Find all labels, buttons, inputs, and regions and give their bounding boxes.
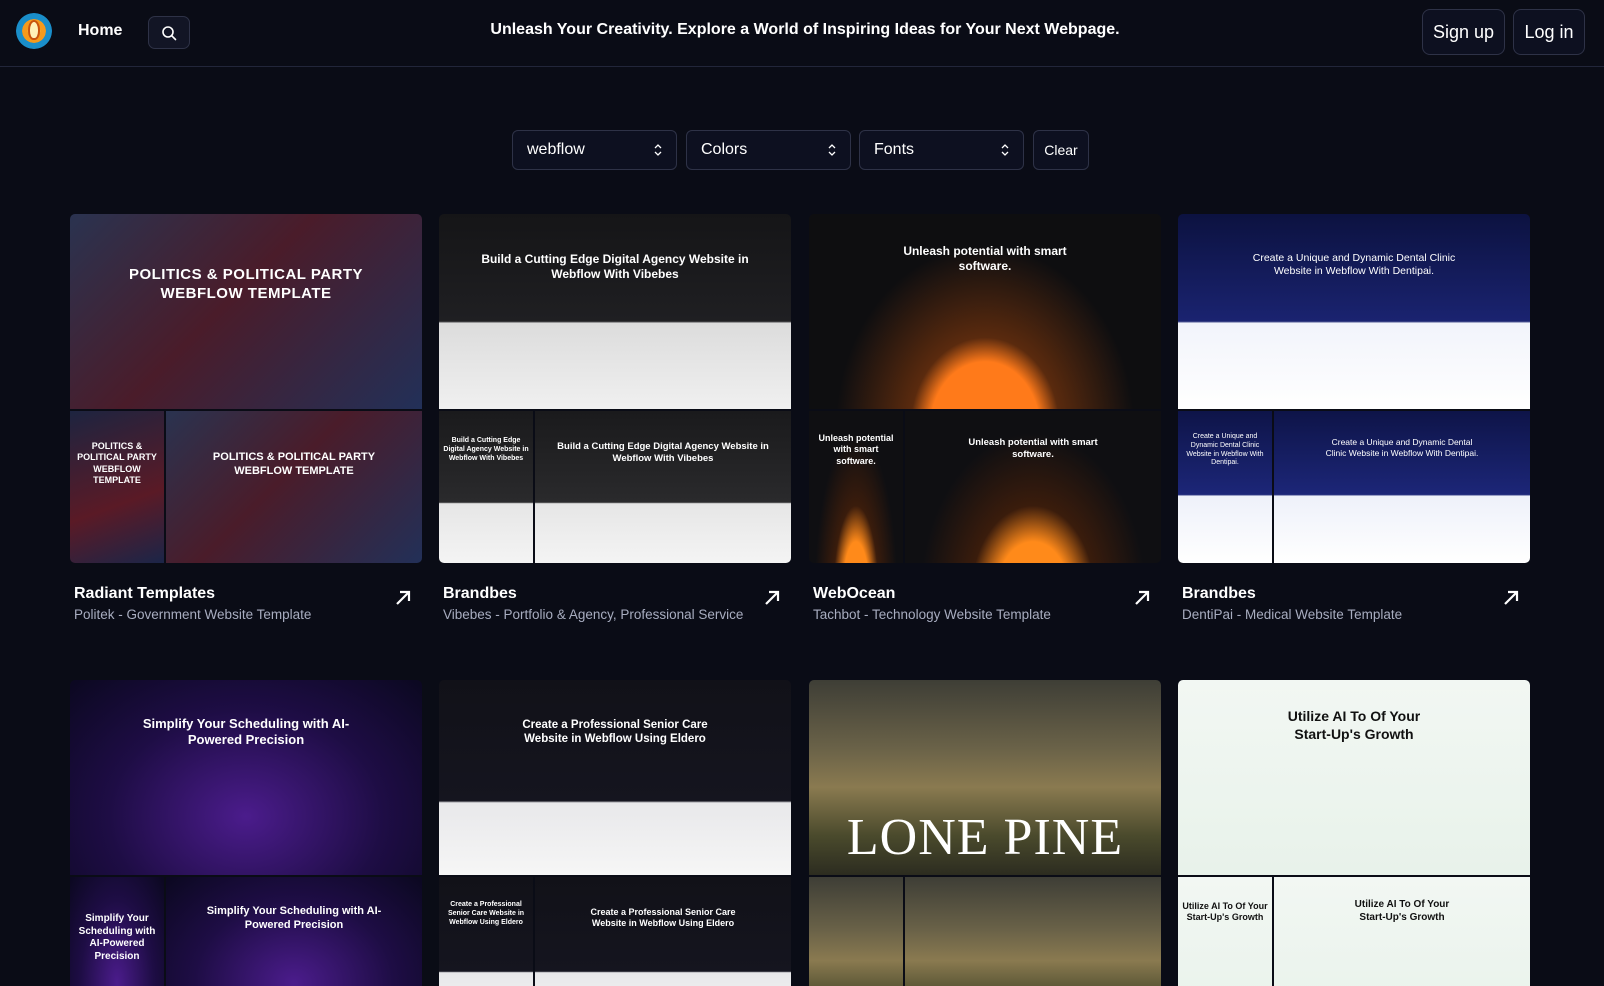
template-preview[interactable]: Simplify Your Scheduling with AI-Powered… bbox=[70, 680, 422, 986]
preview-small-heading: Build a Cutting Edge Digital Agency Webs… bbox=[443, 437, 529, 462]
top-navbar: Home Unleash Your Creativity. Explore a … bbox=[0, 0, 1604, 67]
card-author[interactable]: Radiant Templates bbox=[74, 585, 215, 603]
preview-heading: Utilize AI To Of Your Start-Up's Growth bbox=[1287, 708, 1421, 742]
platform-select-value: webflow bbox=[527, 141, 585, 158]
card-author[interactable]: Brandbes bbox=[443, 585, 517, 603]
preview-heading: Build a Cutting Edge Digital Agency Webs… bbox=[481, 252, 749, 281]
template-preview[interactable]: Utilize AI To Of Your Start-Up's Growth … bbox=[1178, 680, 1530, 986]
preview-small-heading: Utilize AI To Of Your Start-Up's Growth bbox=[1354, 899, 1450, 923]
preview-small-heading: POLITICS & POLITICAL PARTY WEBFLOW TEMPL… bbox=[77, 441, 157, 485]
logo-icon[interactable] bbox=[16, 13, 52, 49]
preview-small-heading: Unleash potential with smart software. bbox=[818, 433, 894, 466]
preview-small-heading: POLITICS & POLITICAL PARTY WEBFLOW TEMPL… bbox=[212, 451, 376, 477]
preview-heading: Create a Unique and Dynamic Dental Clini… bbox=[1252, 252, 1456, 278]
card-template-name: Vibebes - Portfolio & Agency, Profession… bbox=[443, 607, 744, 622]
arrow-up-right-icon[interactable] bbox=[1502, 589, 1520, 607]
chevron-updown-icon bbox=[654, 144, 662, 156]
template-card[interactable]: Build a Cutting Edge Digital Agency Webs… bbox=[439, 214, 791, 633]
preview-small-heading: Build a Cutting Edge Digital Agency Webs… bbox=[557, 441, 769, 464]
template-card[interactable]: LONE PINE bbox=[809, 680, 1161, 986]
arrow-up-right-icon[interactable] bbox=[1133, 589, 1151, 607]
template-card[interactable]: Simplify Your Scheduling with AI-Powered… bbox=[70, 680, 422, 986]
template-card[interactable]: Create a Professional Senior Care Websit… bbox=[439, 680, 791, 986]
template-card[interactable]: POLITICS & POLITICAL PARTY WEBFLOW TEMPL… bbox=[70, 214, 422, 633]
preview-small-heading: Utilize AI To Of Your Start-Up's Growth bbox=[1182, 901, 1268, 923]
search-icon bbox=[162, 26, 177, 41]
arrow-up-right-icon[interactable] bbox=[763, 589, 781, 607]
signup-button[interactable]: Sign up bbox=[1422, 9, 1505, 55]
template-card[interactable]: Create a Unique and Dynamic Dental Clini… bbox=[1178, 214, 1530, 633]
card-author[interactable]: Brandbes bbox=[1182, 585, 1256, 603]
preview-small-heading: Create a Unique and Dynamic Dental Clini… bbox=[1325, 437, 1479, 458]
colors-select[interactable]: Colors bbox=[686, 130, 851, 170]
card-template-name: Politek - Government Website Template bbox=[74, 607, 312, 622]
card-template-name: DentiPai - Medical Website Template bbox=[1182, 607, 1403, 622]
template-card[interactable]: Utilize AI To Of Your Start-Up's Growth … bbox=[1178, 680, 1530, 986]
template-preview[interactable]: Build a Cutting Edge Digital Agency Webs… bbox=[439, 214, 791, 563]
platform-select[interactable]: webflow bbox=[512, 130, 677, 170]
arrow-up-right-icon[interactable] bbox=[394, 589, 412, 607]
preview-heading: POLITICS & POLITICAL PARTY WEBFLOW TEMPL… bbox=[128, 266, 364, 302]
preview-small-heading: Simplify Your Scheduling with AI-Powered… bbox=[78, 913, 156, 962]
chevron-updown-icon bbox=[828, 144, 836, 156]
preview-heading: Unleash potential with smart software. bbox=[903, 244, 1067, 273]
nav-home-link[interactable]: Home bbox=[78, 22, 122, 40]
card-template-name: Tachbot - Technology Website Template bbox=[813, 607, 1051, 622]
tagline: Unleash Your Creativity. Explore a World… bbox=[490, 21, 1120, 38]
login-button[interactable]: Log in bbox=[1513, 9, 1585, 55]
fonts-select[interactable]: Fonts bbox=[859, 130, 1024, 170]
clear-filters-button[interactable]: Clear bbox=[1033, 130, 1089, 170]
preview-heading: LONE PINE bbox=[846, 809, 1124, 866]
search-button[interactable] bbox=[148, 16, 190, 49]
template-preview[interactable]: Create a Professional Senior Care Websit… bbox=[439, 680, 791, 986]
template-card[interactable]: Unleash potential with smart software. U… bbox=[809, 214, 1161, 633]
template-preview[interactable]: Unleash potential with smart software. U… bbox=[809, 214, 1161, 563]
preview-small-heading: Create a Professional Senior Care Websit… bbox=[447, 901, 525, 926]
template-preview[interactable]: LONE PINE bbox=[809, 680, 1161, 986]
template-preview[interactable]: POLITICS & POLITICAL PARTY WEBFLOW TEMPL… bbox=[70, 214, 422, 563]
preview-small-heading: Create a Professional Senior Care Websit… bbox=[590, 907, 736, 929]
chevron-updown-icon bbox=[1001, 144, 1009, 156]
preview-small-heading: Create a Unique and Dynamic Dental Clini… bbox=[1186, 433, 1264, 467]
card-author[interactable]: WebOcean bbox=[813, 585, 895, 603]
template-preview[interactable]: Create a Unique and Dynamic Dental Clini… bbox=[1178, 214, 1530, 563]
colors-select-value: Colors bbox=[701, 141, 748, 158]
preview-heading: Simplify Your Scheduling with AI-Powered… bbox=[142, 716, 350, 748]
preview-small-heading: Unleash potential with smart software. bbox=[968, 437, 1098, 460]
preview-small-heading: Simplify Your Scheduling with AI-Powered… bbox=[206, 905, 382, 931]
fonts-select-value: Fonts bbox=[874, 141, 915, 158]
preview-heading: Create a Professional Senior Care Websit… bbox=[522, 719, 708, 746]
